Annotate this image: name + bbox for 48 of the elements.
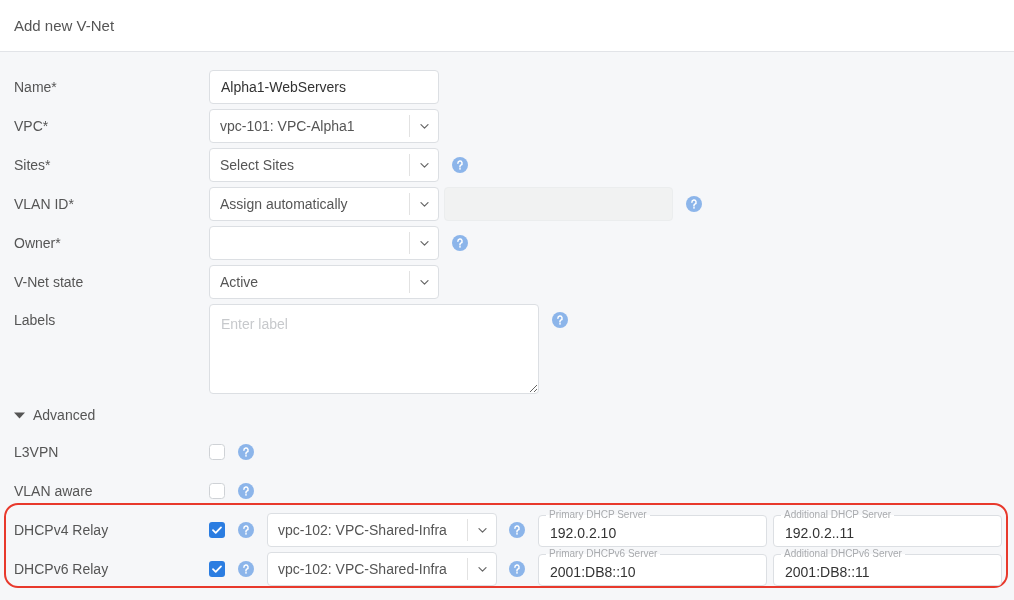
help-icon[interactable] — [238, 444, 254, 460]
chevron-down-icon — [477, 527, 487, 533]
help-icon[interactable] — [509, 561, 525, 577]
name-field[interactable]: Alpha1-WebServers — [209, 70, 439, 104]
checkbox[interactable] — [209, 483, 225, 499]
select-field[interactable]: vpc-102: VPC-Shared-Infra — [267, 552, 497, 586]
select-field[interactable]: Select Sites — [209, 148, 439, 182]
help-icon[interactable] — [552, 312, 568, 328]
option-label: DHCPv4 Relay — [14, 521, 110, 539]
select-field[interactable]: vpc-101: VPC-Alpha1 — [209, 109, 439, 143]
option-label: VLAN aware — [14, 482, 94, 500]
dialog-title: Add new V-Net — [14, 16, 115, 35]
option-label: DHCPv6 Relay — [14, 560, 110, 578]
field-label: Owner* — [14, 234, 62, 252]
field-label: Name* — [14, 78, 58, 96]
chevron-down-icon — [419, 240, 429, 246]
chevron-down-icon — [477, 566, 487, 572]
field-legend: Additional DHCP Server — [781, 509, 895, 521]
triangle-down-icon — [14, 411, 25, 419]
checkbox[interactable] — [209, 444, 225, 460]
help-icon[interactable] — [452, 235, 468, 251]
select-field[interactable]: Active — [209, 265, 439, 299]
select-field[interactable]: Assign automatically — [209, 187, 439, 221]
help-icon[interactable] — [238, 483, 254, 499]
chevron-down-icon — [419, 201, 429, 207]
option-label: L3VPN — [14, 443, 60, 461]
select-field[interactable] — [209, 226, 439, 260]
chevron-down-icon — [419, 123, 429, 129]
field-legend: Additional DHCPv6 Server — [781, 548, 905, 560]
chevron-down-icon — [419, 279, 429, 285]
field-label: VPC* — [14, 117, 50, 135]
help-icon[interactable] — [238, 561, 254, 577]
help-icon[interactable] — [452, 157, 468, 173]
field-label: Labels — [14, 311, 57, 329]
help-icon[interactable] — [686, 196, 702, 212]
chevron-down-icon — [419, 162, 429, 168]
field-label: Sites* — [14, 156, 52, 174]
select-field[interactable]: vpc-102: VPC-Shared-Infra — [267, 513, 497, 547]
advanced-toggle[interactable]: Advanced — [14, 405, 96, 425]
field-label: VLAN ID* — [14, 195, 75, 213]
checkbox[interactable] — [209, 522, 225, 538]
help-icon[interactable] — [509, 522, 525, 538]
help-icon[interactable] — [238, 522, 254, 538]
field-label: V-Net state — [14, 273, 85, 291]
field-legend: Primary DHCPv6 Server — [546, 548, 661, 560]
field-legend: Primary DHCP Server — [546, 509, 650, 521]
checkbox[interactable] — [209, 561, 225, 577]
labels-field[interactable]: Enter label — [209, 304, 539, 394]
